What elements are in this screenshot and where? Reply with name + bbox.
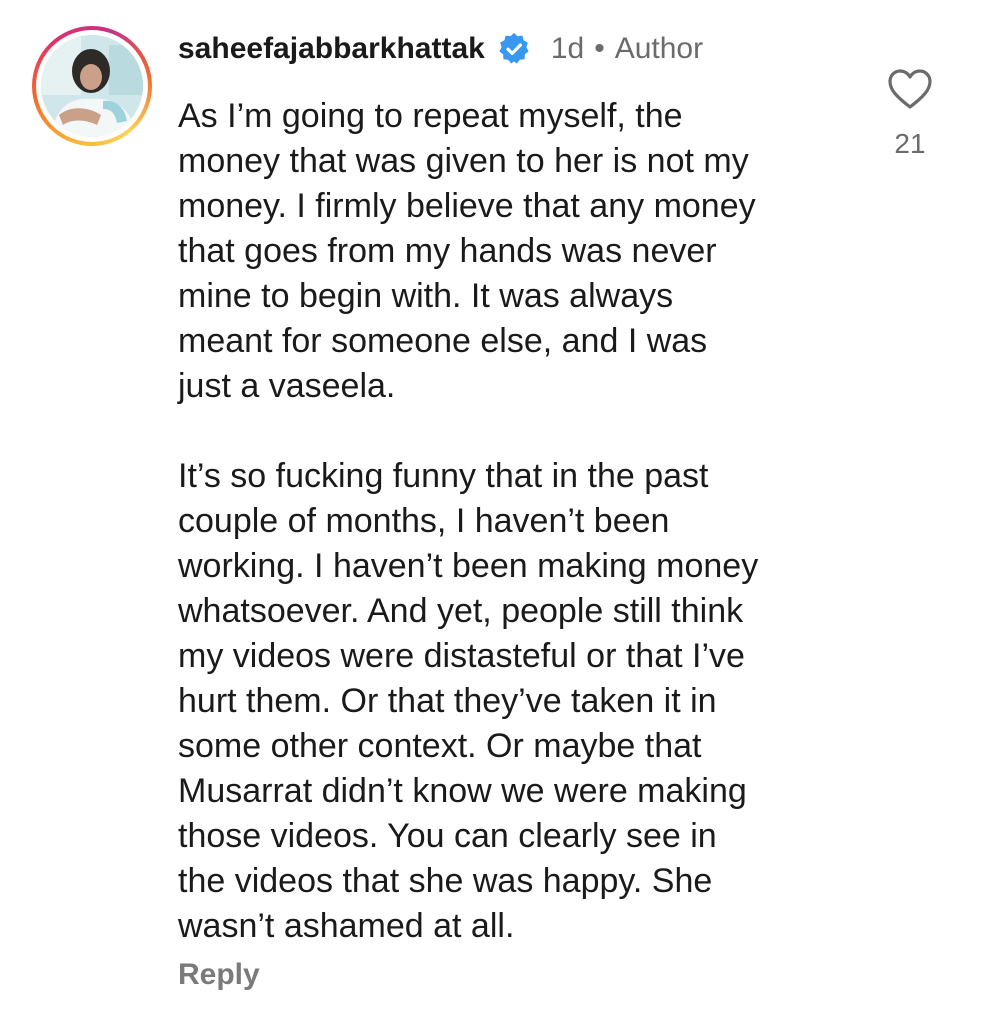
comment-line: As I’m going to repeat myself, the bbox=[178, 97, 683, 135]
comment-line: working. I haven’t been making money bbox=[178, 547, 759, 585]
like-count[interactable]: 21 bbox=[894, 128, 925, 160]
comment-line: mine to begin with. It was always bbox=[178, 277, 674, 315]
reply-button[interactable]: Reply bbox=[178, 958, 260, 992]
like-button[interactable] bbox=[887, 68, 933, 110]
comment-line: that goes from my hands was never bbox=[178, 232, 717, 270]
comment-line: those videos. You can clearly see in bbox=[178, 817, 717, 855]
avatar[interactable] bbox=[41, 35, 143, 137]
comment-timestamp: 1d bbox=[550, 32, 585, 65]
separator-dot: • bbox=[594, 32, 605, 65]
comment-line: some other context. Or maybe that bbox=[178, 727, 702, 765]
username[interactable]: saheefajabbarkhattak bbox=[178, 32, 485, 66]
author-label: Author bbox=[614, 32, 704, 65]
verified-badge-icon bbox=[497, 32, 531, 66]
comment-line: my videos were distasteful or that I’ve bbox=[178, 637, 745, 675]
comment-paragraph-2: It’s so fucking funny that in the past c… bbox=[178, 454, 858, 949]
comment-line: whatsoever. And yet, people still think bbox=[178, 592, 744, 630]
comment-line: money that was given to her is not my bbox=[178, 142, 749, 180]
comment-line: wasn’t ashamed at all. bbox=[178, 907, 515, 945]
comment-line: hurt them. Or that they’ve taken it in bbox=[178, 682, 717, 720]
heart-outline-icon bbox=[888, 69, 932, 109]
comment: saheefajabbarkhattak 1d • Author As I’m … bbox=[0, 0, 986, 1024]
comment-line: couple of months, I haven’t been bbox=[178, 502, 670, 540]
like-control: 21 bbox=[870, 68, 950, 160]
avatar-photo bbox=[41, 35, 143, 137]
comment-line: money. I firmly believe that any money bbox=[178, 187, 756, 225]
comment-header: saheefajabbarkhattak 1d • Author bbox=[178, 28, 703, 70]
comment-paragraph-1: As I’m going to repeat myself, the money… bbox=[178, 94, 858, 409]
comment-body: As I’m going to repeat myself, the money… bbox=[178, 94, 858, 949]
comment-line: It’s so fucking funny that in the past bbox=[178, 457, 709, 495]
comment-line: Musarrat didn’t know we were making bbox=[178, 772, 747, 810]
avatar-story-ring[interactable] bbox=[32, 26, 152, 146]
comment-line: just a vaseela. bbox=[178, 367, 396, 405]
comment-line: the videos that she was happy. She bbox=[178, 862, 713, 900]
comment-line: meant for someone else, and I was bbox=[178, 322, 708, 360]
